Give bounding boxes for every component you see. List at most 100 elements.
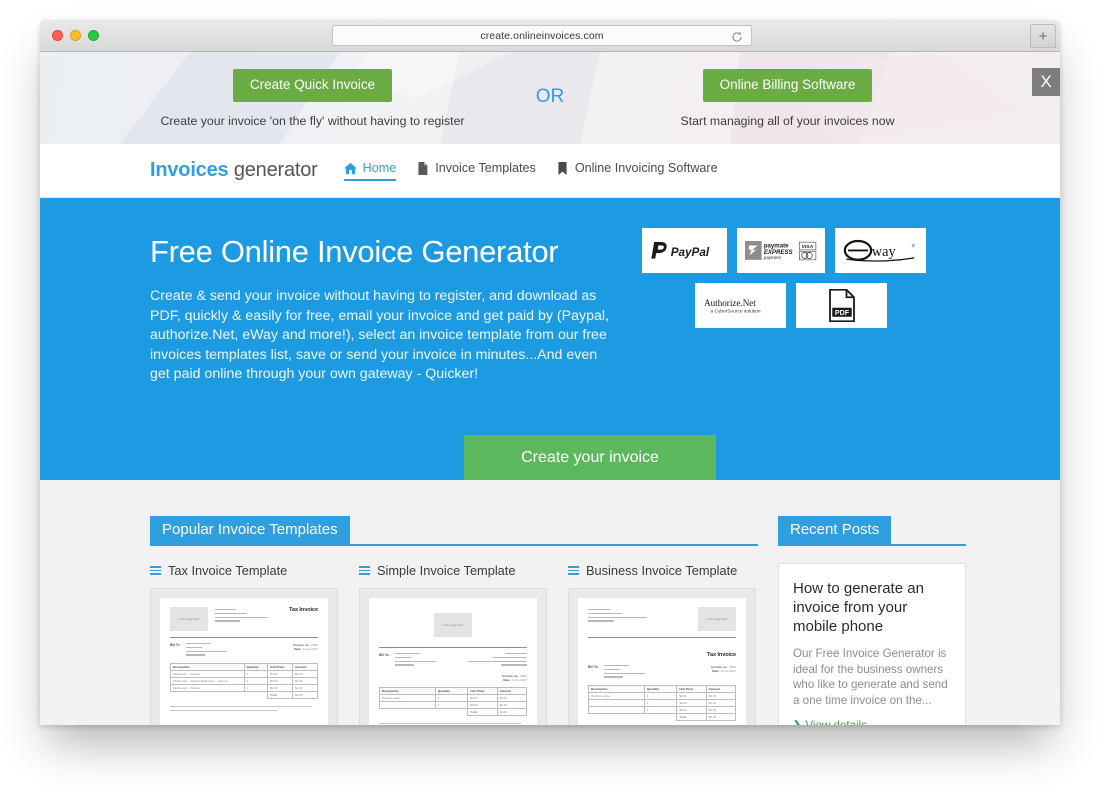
promo-banner: Create Quick Invoice Create your invoice… xyxy=(40,52,1060,144)
template-thumbnail[interactable]: Your Logo Here Tax Invoice Bill To: Invo… xyxy=(150,588,338,725)
invoice-items-table: Description Quantity Unit Price Amount Melb… xyxy=(170,663,318,700)
promo-banner-content: Create Quick Invoice Create your invoice… xyxy=(40,52,1060,144)
maximize-window-button[interactable] xyxy=(88,30,99,41)
invoice-meta-date: Date 11-11-2017 xyxy=(294,647,318,651)
invoice-billto-block: Bill To: Invoice no. 0000 Date 11-11-201… xyxy=(588,665,736,680)
nav-item-home[interactable]: Home xyxy=(343,161,396,181)
nav-item-invoice-templates-label: Invoice Templates xyxy=(435,161,536,175)
promo-right-column: Online Billing Software Start managing a… xyxy=(608,52,968,128)
nav-item-invoice-templates[interactable]: Invoice Templates xyxy=(416,161,536,180)
svg-text:a CyberSource solution: a CyberSource solution xyxy=(711,308,761,314)
promo-or-divider: OR xyxy=(535,86,565,107)
svg-text:®: ® xyxy=(912,243,916,248)
post-title[interactable]: How to generate an invoice from your mob… xyxy=(793,579,951,636)
paypal-logo: PayPal xyxy=(642,228,727,273)
post-view-details-label: View details xyxy=(805,719,867,725)
invoice-divider xyxy=(588,637,736,638)
svg-text:way: way xyxy=(872,244,897,260)
template-item: Tax Invoice Template Your Logo Here Tax … xyxy=(150,563,338,725)
minimize-window-button[interactable] xyxy=(70,30,81,41)
invoice-from-address xyxy=(588,607,654,631)
online-billing-software-button[interactable]: Online Billing Software xyxy=(702,69,873,102)
invoice-notes xyxy=(379,723,527,725)
table-header-row: Description Quantity Unit Price Amount xyxy=(170,663,318,672)
brand-secondary: generator xyxy=(233,159,318,181)
invoice-preview-header: Your Logo Here Tax Invoice xyxy=(170,607,318,631)
invoice-meta-date: Date 11-11-2017 xyxy=(712,669,736,673)
invoice-meta-date: Date 11-11-2017 xyxy=(503,678,527,683)
list-icon xyxy=(359,566,370,575)
promo-left-subtitle: Create your invoice 'on the fly' without… xyxy=(160,113,465,128)
table-total-row: Total $0.00 xyxy=(589,713,737,722)
payment-logos-row-2: Authorize.Net a CyberSource solution PDF xyxy=(642,283,932,328)
invoice-preview: Your Logo Here Bill To: Invoice no. 0000… xyxy=(369,598,537,725)
template-thumbnail[interactable]: Your Logo Here Bill To: Invoice no. 0000… xyxy=(359,588,547,725)
invoice-billto-label: Bill To: xyxy=(170,643,181,647)
invoice-meta: Invoice no. 0000 Date 11-11-2017 xyxy=(379,674,527,682)
invoice-logo-placeholder: Your Logo Here xyxy=(434,613,472,637)
new-tab-button[interactable]: + xyxy=(1030,24,1056,48)
nav-item-online-invoicing-software[interactable]: Online Invoicing Software xyxy=(556,161,718,180)
address-bar[interactable]: create.onlineinvoices.com xyxy=(332,25,752,46)
post-view-details-link[interactable]: ❯ View details xyxy=(793,719,951,725)
close-window-button[interactable] xyxy=(52,30,63,41)
brand-primary: Invoices xyxy=(150,159,229,181)
popular-invoice-templates-section: Popular Invoice Templates Tax Invoice Te… xyxy=(150,516,758,725)
svg-text:VISA: VISA xyxy=(801,244,813,250)
site-logo[interactable]: Invoices generator xyxy=(150,159,318,182)
content-columns: Popular Invoice Templates Tax Invoice Te… xyxy=(40,516,1060,725)
table-row: 1 $0.00 $0.00 xyxy=(379,701,528,710)
invoice-notes xyxy=(170,706,318,712)
template-title-label: Tax Invoice Template xyxy=(168,563,288,578)
browser-window: create.onlineinvoices.com + Create Quick… xyxy=(40,20,1060,725)
invoice-items-table: Description Quantity Unit Price Amount Prod… xyxy=(379,687,528,717)
invoice-preview: Your Logo Here Tax Invoice Bill To: Invo… xyxy=(160,598,328,725)
invoice-billto-address xyxy=(394,653,447,668)
content-area: Popular Invoice Templates Tax Invoice Te… xyxy=(40,480,1060,725)
template-title-label: Business Invoice Template xyxy=(586,563,738,578)
pdf-logo: PDF xyxy=(796,283,887,328)
template-item: Simple Invoice Template Your Logo Here B… xyxy=(359,563,547,725)
close-banner-button[interactable]: X xyxy=(1032,68,1060,96)
invoice-logo-placeholder: Your Logo Here xyxy=(170,607,208,631)
template-title-link[interactable]: Business Invoice Template xyxy=(568,563,756,578)
recent-posts-section: Recent Posts How to generate an invoice … xyxy=(778,516,966,725)
template-item: Business Invoice Template Your Logo Here xyxy=(568,563,756,725)
invoice-billto-block: Bill To: xyxy=(379,653,527,668)
invoice-billto-label: Bill To: xyxy=(379,653,390,657)
table-row: Product name 1 $0.00 $0.00 xyxy=(379,694,528,703)
authorize-net-logo: Authorize.Net a CyberSource solution xyxy=(695,283,786,328)
window-controls[interactable] xyxy=(52,30,99,41)
browser-titlebar: create.onlineinvoices.com + xyxy=(40,20,1060,52)
document-icon xyxy=(416,161,429,175)
invoice-items-table: Description Quantity Unit Price Amount Prod… xyxy=(588,685,737,722)
table-row: 1 $0.00 $0.00 xyxy=(588,706,737,715)
create-quick-invoice-button[interactable]: Create Quick Invoice xyxy=(232,69,393,102)
promo-right-subtitle: Start managing all of your invoices now xyxy=(680,113,895,128)
invoice-doc-title-wrap: Tax Invoice xyxy=(588,643,736,661)
paymate-express-logo: paymate EXPRESS payment VISA xyxy=(737,228,825,273)
list-icon xyxy=(150,566,161,575)
payment-logos-row-1: PayPal paymate EXPRESS payment VISA way … xyxy=(642,228,932,273)
invoice-preview-header: Your Logo Here xyxy=(379,607,527,641)
templates-section-title: Popular Invoice Templates xyxy=(150,516,350,544)
reload-icon[interactable] xyxy=(731,30,743,42)
table-row: Melbourne - Victoria Melbourne - Victori… xyxy=(170,677,318,686)
post-excerpt: Our Free Invoice Generator is ideal for … xyxy=(793,647,948,707)
template-thumbnail[interactable]: Your Logo Here Tax Invoice Bill To: Invo… xyxy=(568,588,756,725)
invoice-meta: Invoice no. 0000 Date 11-11-2017 xyxy=(293,643,318,658)
template-title-label: Simple Invoice Template xyxy=(377,563,516,578)
nav-item-online-invoicing-software-label: Online Invoicing Software xyxy=(574,161,718,175)
invoice-billto-block: Bill To: Invoice no. 0000 Date 11-11-201… xyxy=(170,643,318,658)
invoice-from-address xyxy=(461,653,527,668)
invoice-billto-address xyxy=(185,643,238,658)
invoice-meta: Invoice no. 0000 Date 11-11-2017 xyxy=(711,665,736,680)
table-row: Melbourne - Victoria 1 $0.00 $0.00 xyxy=(170,684,318,693)
table-total-row: Total $0.00 xyxy=(380,708,528,717)
invoice-billto-address xyxy=(603,665,656,680)
template-title-link[interactable]: Tax Invoice Template xyxy=(150,563,338,578)
recent-posts-title: Recent Posts xyxy=(778,516,892,544)
template-title-link[interactable]: Simple Invoice Template xyxy=(359,563,547,578)
create-your-invoice-button[interactable]: Create your invoice xyxy=(464,435,716,481)
templates-section-header: Popular Invoice Templates xyxy=(150,516,758,546)
